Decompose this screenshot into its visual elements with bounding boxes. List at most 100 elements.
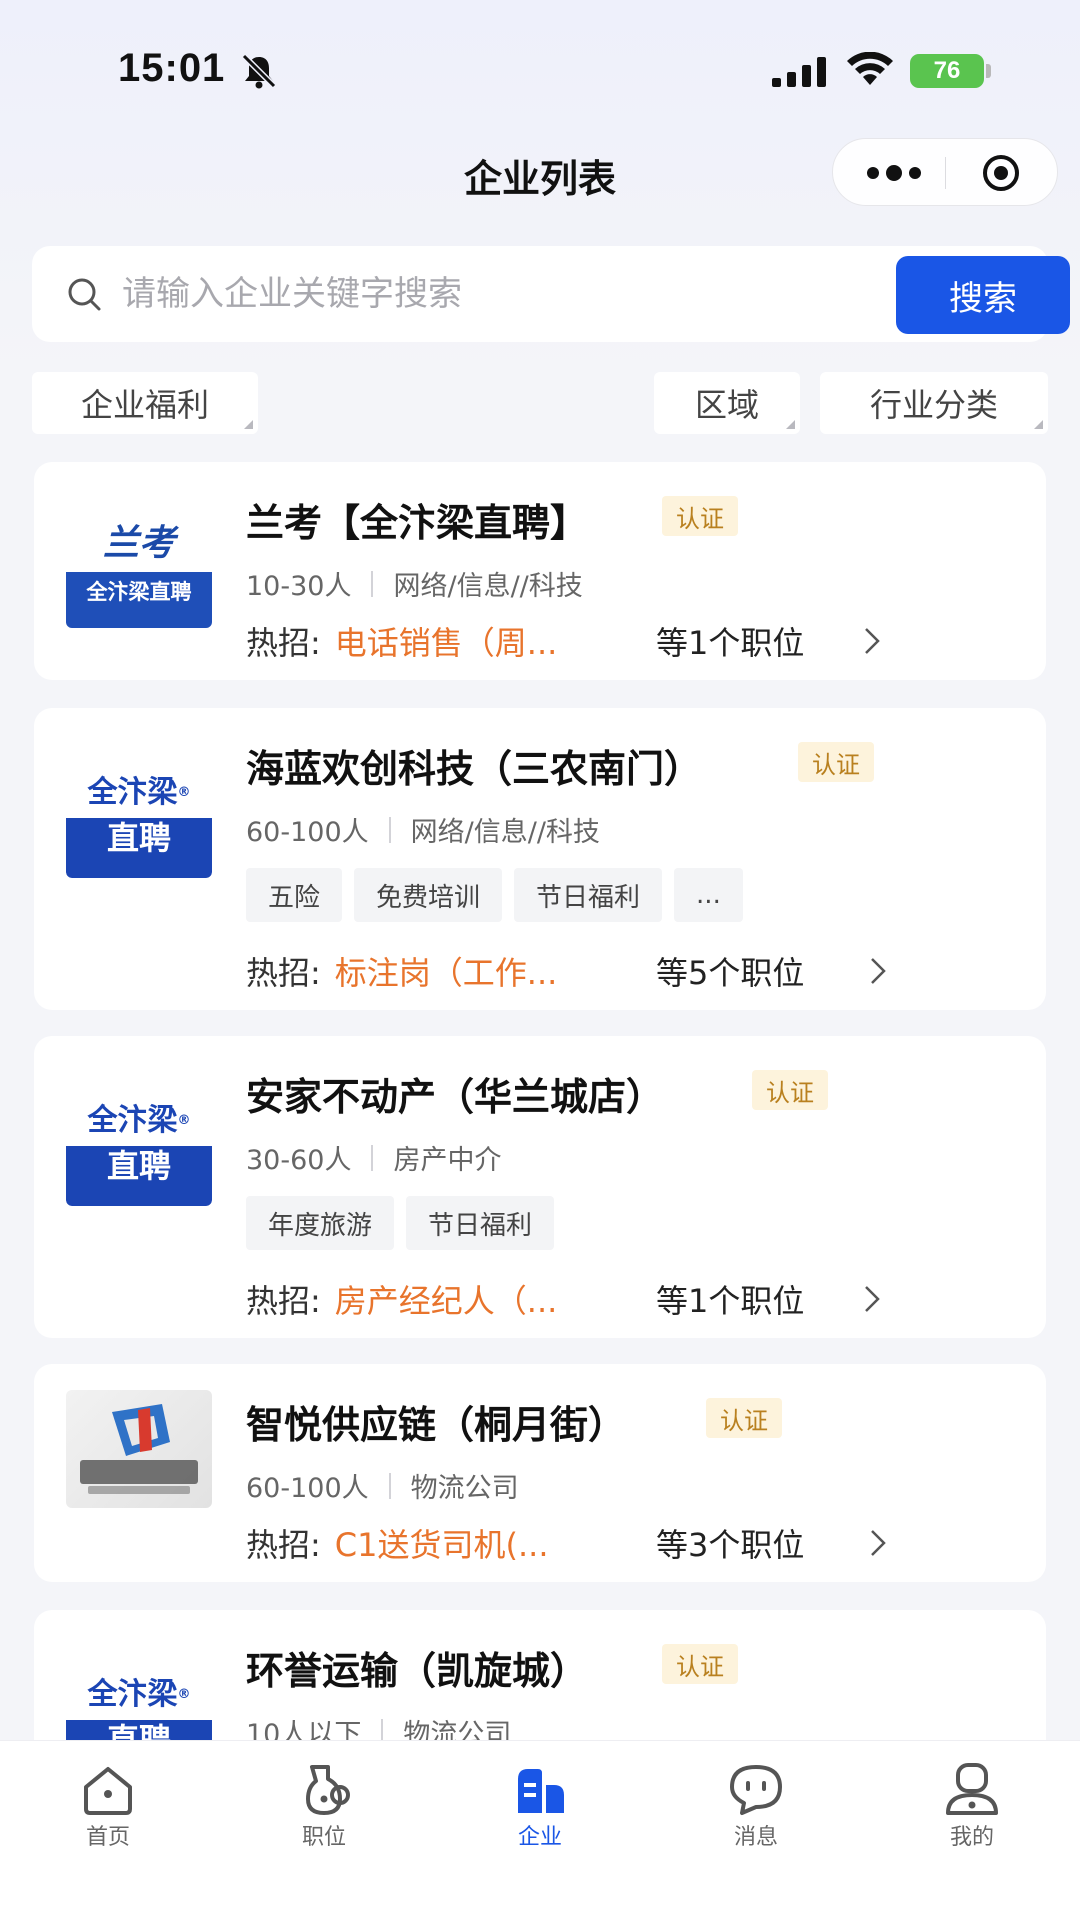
hot-job-row: 热招: 标注岗（工作... xyxy=(246,948,557,994)
search-bar: 搜索 xyxy=(32,246,1070,342)
filter-region[interactable]: 区域 xyxy=(654,372,800,434)
hot-job-title: 标注岗（工作... xyxy=(334,954,558,992)
company-name: 环誉运输（凯旋城） xyxy=(246,1649,589,1693)
company-name: 智悦供应链（桐月街） xyxy=(246,1403,627,1447)
company-logo: 全汴梁® 直聘 xyxy=(66,1088,212,1206)
company-size: 30-60人 xyxy=(246,1145,352,1176)
message-icon xyxy=(730,1765,782,1815)
company-logo xyxy=(66,1390,212,1508)
benefit-tag: 五险 xyxy=(246,868,343,922)
company-industry: 房产中介 xyxy=(393,1145,502,1176)
company-name: 安家不动产（华兰城店） xyxy=(246,1075,665,1119)
search-input[interactable] xyxy=(122,264,862,324)
benefit-tag: 年度旅游 xyxy=(246,1196,395,1250)
cert-badge: 认证 xyxy=(706,1398,782,1438)
wifi-icon xyxy=(847,52,893,85)
mini-program-capsule xyxy=(832,138,1058,206)
company-industry: 网络/信息//科技 xyxy=(393,571,583,602)
job-count: 等5个职位 xyxy=(656,954,805,992)
hot-prefix: 热招: xyxy=(246,1526,321,1564)
meta-divider xyxy=(388,1472,391,1499)
hot-job-row: 热招: 房产经纪人（... xyxy=(246,1276,557,1322)
status-bar: 15:01 76 xyxy=(0,0,1080,130)
benefit-tag: 节日福利 xyxy=(406,1196,555,1250)
benefit-tags: 五险 免费培训 节日福利 ... xyxy=(246,868,743,922)
hot-job-row: 热招: 电话销售（周... xyxy=(246,618,557,664)
meta-divider xyxy=(388,816,391,843)
filter-region-label: 区域 xyxy=(694,386,759,424)
cert-badge: 认证 xyxy=(662,1644,738,1684)
company-name: 兰考【全汴梁直聘】 xyxy=(246,501,589,545)
company-card[interactable]: 全汴梁® 直聘 海蓝欢创科技（三农南门） 认证 60-100人 网络/信息//科… xyxy=(34,708,1046,1010)
logo-text-bottom: 直聘 xyxy=(66,1146,212,1206)
hot-job-title: C1送货司机(... xyxy=(334,1526,549,1564)
benefit-tags: 年度旅游 节日福利 xyxy=(246,1196,555,1250)
logo-text-top: 全汴梁® xyxy=(66,1088,212,1142)
chevron-right-icon xyxy=(865,628,880,654)
filter-benefits[interactable]: 企业福利 xyxy=(32,372,258,434)
hot-prefix: 热招: xyxy=(246,624,321,662)
tab-profile[interactable]: 我的 xyxy=(912,1761,1032,1851)
dropdown-corner-icon xyxy=(1034,420,1043,429)
meta-divider xyxy=(371,1144,374,1171)
cert-badge: 认证 xyxy=(662,496,738,536)
more-icon[interactable] xyxy=(863,161,925,185)
tab-home[interactable]: 首页 xyxy=(48,1761,168,1851)
tab-jobs[interactable]: 职位 xyxy=(264,1761,384,1851)
job-count: 等3个职位 xyxy=(656,1526,805,1564)
home-icon xyxy=(84,1767,132,1815)
bell-off-icon xyxy=(241,53,277,89)
benefit-tag-more: ... xyxy=(674,868,743,922)
company-industry: 网络/信息//科技 xyxy=(410,817,600,848)
cert-badge: 认证 xyxy=(798,742,874,782)
benefit-tag: 免费培训 xyxy=(354,868,503,922)
tab-company[interactable]: 企业 xyxy=(480,1761,600,1851)
company-name: 海蓝欢创科技（三农南门） xyxy=(246,747,703,791)
capsule-divider xyxy=(945,157,946,189)
filter-industry-label: 行业分类 xyxy=(869,386,998,424)
hot-prefix: 热招: xyxy=(246,954,321,992)
job-count: 等1个职位 xyxy=(656,1282,805,1320)
company-card[interactable]: 全汴梁® 直聘 安家不动产（华兰城店） 认证 30-60人 房产中介 年度旅游 … xyxy=(34,1036,1046,1338)
tab-company-label: 企业 xyxy=(517,1825,562,1850)
bottom-tab-bar: 首页 职位 企业 消息 我的 xyxy=(0,1740,1080,1920)
search-button[interactable]: 搜索 xyxy=(896,256,1070,334)
company-size: 10-30人 xyxy=(246,571,352,602)
company-card[interactable]: 智悦供应链（桐月街） 认证 60-100人 物流公司 热招: C1送货司机(..… xyxy=(34,1364,1046,1582)
zhiyue-logo-image xyxy=(80,1404,198,1494)
hot-job-title: 电话销售（周... xyxy=(334,624,558,662)
profile-icon xyxy=(946,1763,998,1815)
logo-text-bottom: 直聘 xyxy=(66,818,212,878)
chevron-right-icon xyxy=(871,958,886,984)
job-icon xyxy=(306,1765,350,1815)
dropdown-corner-icon xyxy=(244,420,253,429)
cellular-signal-icon xyxy=(772,57,826,87)
tab-jobs-label: 职位 xyxy=(301,1825,346,1850)
battery-level: 76 xyxy=(933,57,961,84)
dropdown-corner-icon xyxy=(786,420,795,429)
filter-industry[interactable]: 行业分类 xyxy=(820,372,1048,434)
search-icon xyxy=(68,278,101,311)
company-meta: 60-100人 网络/信息//科技 xyxy=(246,810,600,849)
logo-text-top: 全汴梁® xyxy=(66,1662,212,1716)
cert-badge: 认证 xyxy=(752,1070,828,1110)
company-logo: 兰考 全汴梁直聘 xyxy=(66,514,212,632)
battery-tip xyxy=(986,64,991,78)
company-meta: 60-100人 物流公司 xyxy=(246,1466,519,1505)
hot-job-row: 热招: C1送货司机(... xyxy=(246,1520,549,1566)
company-meta: 10-30人 网络/信息//科技 xyxy=(246,564,583,603)
company-industry: 物流公司 xyxy=(410,1473,519,1504)
company-card[interactable]: 兰考 全汴梁直聘 兰考【全汴梁直聘】 认证 10-30人 网络/信息//科技 热… xyxy=(34,462,1046,680)
tab-messages-label: 消息 xyxy=(733,1825,778,1850)
meta-divider xyxy=(371,570,374,597)
tab-messages[interactable]: 消息 xyxy=(696,1761,816,1851)
company-logo: 全汴梁® 直聘 xyxy=(66,760,212,878)
filter-benefits-label: 企业福利 xyxy=(80,386,209,424)
battery-indicator: 76 xyxy=(910,54,984,88)
tab-profile-label: 我的 xyxy=(949,1825,994,1850)
logo-text-bottom: 全汴梁直聘 xyxy=(66,572,212,628)
hot-prefix: 热招: xyxy=(246,1282,321,1320)
close-target-icon[interactable] xyxy=(981,153,1021,193)
job-count: 等1个职位 xyxy=(656,624,805,662)
company-size: 60-100人 xyxy=(246,817,369,848)
